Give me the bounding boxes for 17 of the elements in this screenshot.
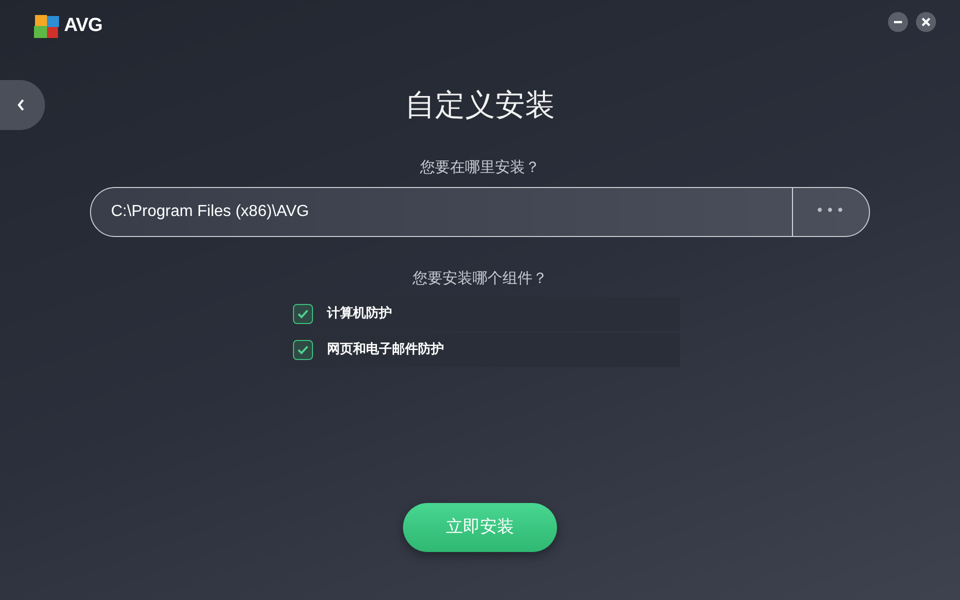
checkbox[interactable] (293, 340, 313, 360)
logo-text: AVG (64, 14, 102, 38)
component-label: 计算机防护 (327, 304, 392, 324)
page-title: 自定义安装 (405, 88, 555, 122)
component-label: 网页和电子邮件防护 (327, 340, 444, 360)
close-icon (921, 17, 931, 27)
logo-icon (34, 13, 60, 40)
check-icon (297, 345, 309, 355)
components-question: 您要安装哪个组件？ (412, 268, 548, 288)
checkbox[interactable] (293, 304, 313, 324)
back-icon (16, 98, 26, 112)
browse-button[interactable]: ••• (793, 188, 869, 236)
path-field[interactable]: C:\Program Files (x86)\AVG ••• (90, 186, 870, 236)
check-icon (297, 309, 309, 319)
minimize-button[interactable] (888, 12, 908, 32)
close-button[interactable] (916, 12, 936, 32)
location-question: 您要在哪里安装？ (420, 157, 540, 178)
